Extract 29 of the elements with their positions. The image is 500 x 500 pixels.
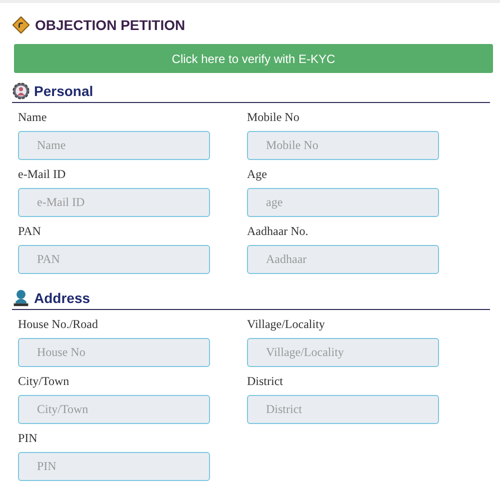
input-field[interactable]: PIN (18, 452, 210, 481)
input-field[interactable]: House No (18, 338, 210, 367)
input-field[interactable]: Aadhaar (247, 245, 439, 274)
input-field[interactable]: City/Town (18, 395, 210, 424)
user-location-icon (12, 289, 30, 307)
field-label: District (247, 373, 283, 389)
input-field[interactable]: age (247, 188, 439, 217)
field-label: PAN (18, 223, 41, 239)
user-gear-icon (12, 82, 30, 100)
input-field[interactable]: Mobile No (247, 131, 439, 160)
input-field[interactable]: District (247, 395, 439, 424)
field-label: Mobile No (247, 109, 300, 125)
field-label: PIN (18, 430, 38, 446)
input-field[interactable]: e-Mail ID (18, 188, 210, 217)
field-label: Name (18, 109, 47, 125)
field-label: Village/Locality (247, 316, 325, 332)
field-label: House No./Road (18, 316, 98, 332)
section-heading: Address (34, 290, 90, 306)
input-field[interactable]: Name (18, 131, 210, 160)
section-heading: Personal (34, 83, 94, 99)
ekyc-button[interactable]: Click here to verify with E-KYC (14, 44, 493, 73)
sign-icon (12, 16, 30, 34)
field-label: e-Mail ID (18, 166, 66, 182)
field-label: Aadhaar No. (247, 223, 308, 239)
input-field[interactable]: PAN (18, 245, 210, 274)
field-label: City/Town (18, 373, 70, 389)
input-field[interactable]: Village/Locality (247, 338, 439, 367)
page-title: OBJECTION PETITION (35, 17, 186, 33)
field-label: Age (247, 166, 267, 182)
